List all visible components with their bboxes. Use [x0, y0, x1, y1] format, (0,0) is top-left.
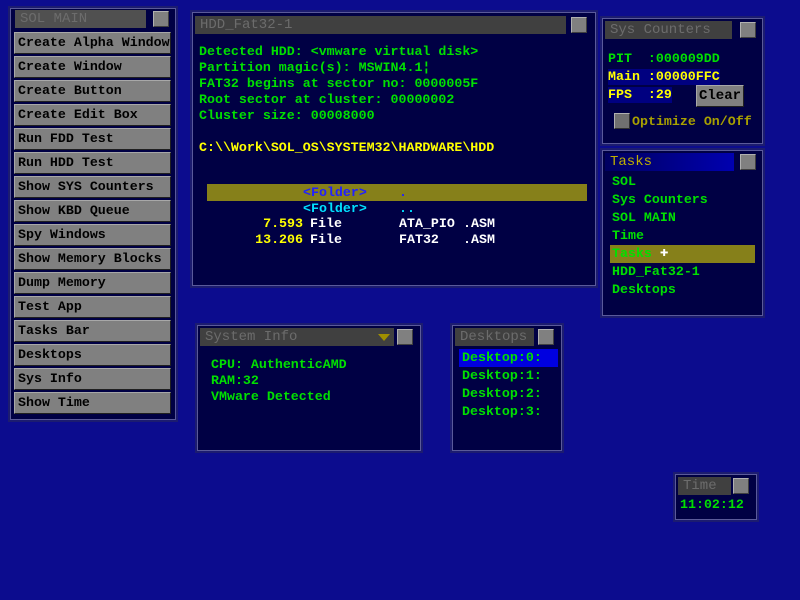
fps-label: FPS: [608, 87, 632, 102]
menu-button[interactable]: Sys Info: [14, 368, 171, 390]
desktops-title[interactable]: Desktops: [455, 328, 534, 346]
clear-button[interactable]: Clear: [696, 85, 744, 107]
system-info-line: RAM:32: [211, 373, 259, 388]
hdd-info-line: FAT32 begins at sector no: 0000005F: [199, 76, 479, 91]
menu-button[interactable]: Create Button: [14, 80, 171, 102]
desktop-item[interactable]: Desktop:1:: [459, 367, 558, 385]
file-type: File: [310, 231, 342, 247]
fps-counter: FPS :29: [608, 87, 672, 103]
menu-button[interactable]: Spy Windows: [14, 224, 171, 246]
menu-button[interactable]: Dump Memory: [14, 272, 171, 294]
task-item[interactable]: SOL: [610, 173, 755, 191]
menu-button[interactable]: Show Time: [14, 392, 171, 414]
system-info-title[interactable]: System Info: [200, 328, 394, 346]
optimize-label: Optimize On/Off: [632, 114, 752, 129]
menu-button[interactable]: Run HDD Test: [14, 152, 171, 174]
file-name: FAT32: [399, 231, 439, 247]
sys-counters-title[interactable]: Sys Counters: [605, 21, 732, 39]
clock-value: 11:02:12: [680, 497, 744, 512]
file-row[interactable]: [207, 184, 587, 201]
menu-button[interactable]: Show KBD Queue: [14, 200, 171, 222]
dropdown-arrow-icon[interactable]: [378, 334, 390, 341]
main-counter: Main :00000FFC: [608, 69, 720, 85]
menu-button[interactable]: Tasks Bar: [14, 320, 171, 342]
sol-main-title[interactable]: SOL MAIN: [15, 10, 146, 28]
current-path: C:\\Work\SOL_OS\SYSTEM32\HARDWARE\HDD: [199, 140, 495, 155]
hdd-info-line: Detected HDD: <vmware virtual disk>: [199, 44, 479, 59]
menu-button[interactable]: Create Alpha Window: [14, 32, 171, 54]
tasks-window: Tasks SOL Sys Counters SOL MAIN Time Tasks HD…: [600, 148, 765, 318]
task-item[interactable]: SOL MAIN: [610, 209, 755, 227]
desktops-window: Desktops Desktop:0: Desktop:1: Desktop:2: D…: [450, 323, 564, 453]
hdd-info-line: Partition magic(s): MSWIN4.1¦: [199, 60, 431, 75]
pit-counter: PIT :000009DD: [608, 51, 720, 67]
optimize-checkbox[interactable]: [614, 113, 630, 129]
sol-main-window: SOL MAIN Create Alpha Window Create Windo…: [8, 6, 178, 422]
menu-button[interactable]: Create Edit Box: [14, 104, 171, 126]
system-info-window: System Info CPU: AuthenticAMD RAM:32 VMwar…: [195, 323, 423, 453]
close-button[interactable]: [153, 11, 169, 27]
task-item[interactable]: HDD_Fat32-1: [610, 263, 755, 281]
close-button[interactable]: [571, 17, 587, 33]
desktop-item[interactable]: Desktop:3:: [459, 403, 558, 421]
menu-button[interactable]: Show SYS Counters: [14, 176, 171, 198]
sys-counters-window: Sys Counters PIT :000009DD Main :00000FF…: [600, 16, 765, 146]
desktop-item[interactable]: Desktop:0:: [459, 349, 558, 367]
close-button[interactable]: [538, 329, 554, 345]
hdd-window: HDD_Fat32-1 Detected HDD: <vmware virtua…: [190, 10, 598, 288]
close-button[interactable]: [397, 329, 413, 345]
menu-button[interactable]: Desktops: [14, 344, 171, 366]
time-title[interactable]: Time: [678, 477, 731, 495]
main-value: :00000FFC: [647, 69, 720, 84]
close-button[interactable]: [733, 478, 749, 494]
tasks-title[interactable]: Tasks: [605, 153, 734, 171]
time-window: Time 11:02:12: [673, 472, 759, 522]
menu-button[interactable]: Test App: [14, 296, 171, 318]
desktop-item[interactable]: Desktop:2:: [459, 385, 558, 403]
main-label: Main: [608, 69, 640, 84]
task-item[interactable]: Time: [610, 227, 755, 245]
close-button[interactable]: [740, 22, 756, 38]
cursor-move-icon: ✚: [660, 245, 669, 261]
fps-value: :29: [647, 87, 672, 102]
system-info-line: VMware Detected: [211, 389, 331, 404]
task-item[interactable]: Desktops: [610, 281, 755, 299]
file-ext: .ASM: [463, 231, 495, 247]
file-row[interactable]: [207, 200, 587, 217]
file-size: 13.206: [255, 231, 303, 247]
task-item[interactable]: Tasks: [610, 245, 755, 263]
task-item[interactable]: Sys Counters: [610, 191, 755, 209]
hdd-title[interactable]: HDD_Fat32-1: [195, 16, 566, 34]
pit-value: :000009DD: [647, 51, 720, 66]
system-info-line: CPU: AuthenticAMD: [211, 357, 347, 372]
close-button[interactable]: [740, 154, 756, 170]
menu-button[interactable]: Create Window: [14, 56, 171, 78]
hdd-info-line: Root sector at cluster: 00000002: [199, 92, 455, 107]
hdd-info-line: Cluster size: 00008000: [199, 108, 375, 123]
menu-button[interactable]: Show Memory Blocks: [14, 248, 171, 270]
pit-label: PIT: [608, 51, 632, 66]
menu-button[interactable]: Run FDD Test: [14, 128, 171, 150]
